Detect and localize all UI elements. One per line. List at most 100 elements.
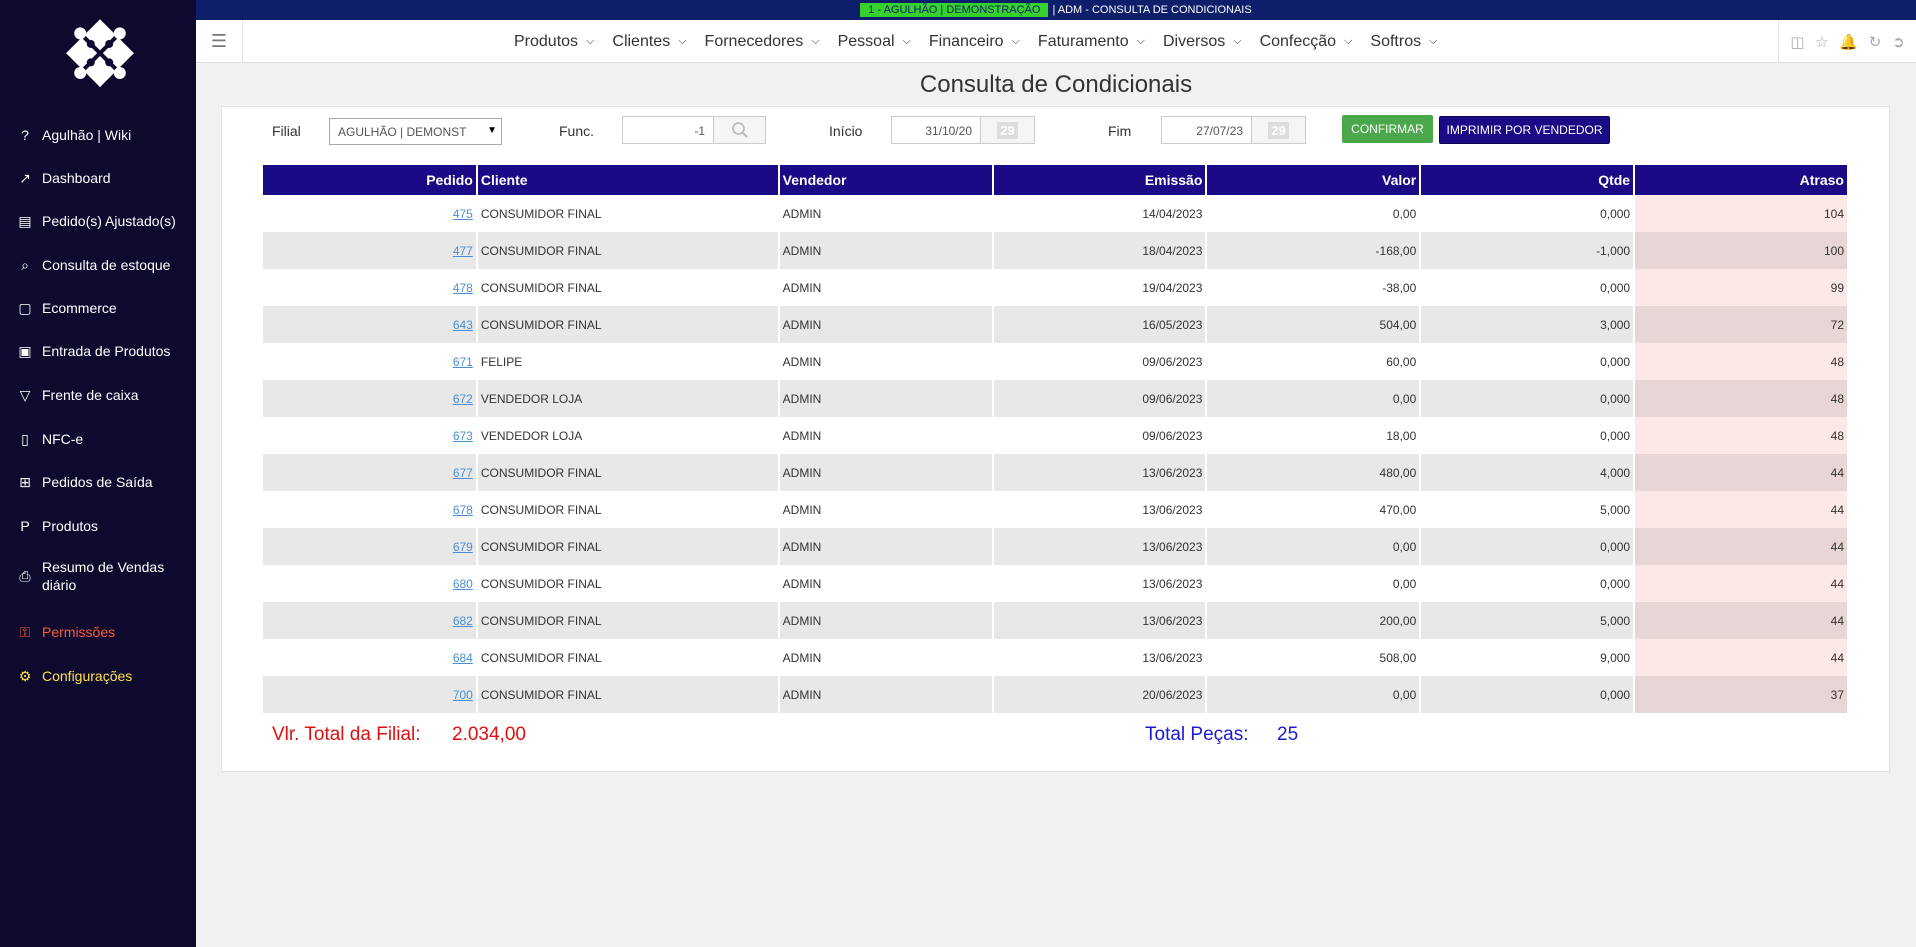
confirm-button[interactable]: CONFIRMAR	[1342, 115, 1433, 143]
table-row[interactable]: 678 CONSUMIDOR FINAL ADMIN 13/06/2023 470,00…	[263, 491, 1849, 528]
menu-5[interactable]: Faturamento ⌵	[1038, 33, 1145, 51]
table-row[interactable]: 477 CONSUMIDOR FINAL ADMIN 18/04/2023 -168,0…	[263, 232, 1849, 269]
cell-atraso: 44	[1634, 528, 1849, 565]
menu-label: Confecção	[1259, 32, 1337, 50]
sidebar-item-9[interactable]: P Produtos	[14, 515, 98, 537]
cell-atraso: 104	[1634, 195, 1849, 232]
table-row[interactable]: 673 VENDEDOR LOJA ADMIN 09/06/2023 18,00 0,00…	[263, 417, 1849, 454]
cell-atraso: 100	[1634, 232, 1849, 269]
order-link[interactable]: 478	[453, 281, 473, 295]
sidebar-item-3[interactable]: ⌕ Consulta de estoque	[14, 254, 170, 276]
menu-2[interactable]: Fornecedores ⌵	[705, 33, 820, 51]
sidebar-item-10[interactable]: ⎙ Resumo de Vendas diário	[14, 558, 172, 594]
sidebar-item-7[interactable]: ▯ NFC-e	[14, 428, 83, 450]
star-icon[interactable]: ☆	[1815, 33, 1828, 51]
cell-emissão: 14/04/2023	[992, 195, 1208, 232]
cell-emissão: 13/06/2023	[992, 639, 1208, 676]
cell-atraso: 44	[1634, 639, 1849, 676]
menu-6[interactable]: Diversos ⌵	[1163, 33, 1242, 51]
order-link[interactable]: 679	[453, 540, 473, 554]
fim-date-input[interactable]: 27/07/23	[1161, 116, 1252, 144]
table-row[interactable]: 680 CONSUMIDOR FINAL ADMIN 13/06/2023 0,00 0,…	[263, 565, 1849, 602]
table-row[interactable]: 478 CONSUMIDOR FINAL ADMIN 19/04/2023 -38,00…	[263, 269, 1849, 306]
order-link[interactable]: 678	[453, 503, 473, 517]
puzzle-logo-icon[interactable]	[60, 14, 140, 98]
order-link[interactable]: 643	[453, 318, 473, 332]
cell-cliente: CONSUMIDOR FINAL	[476, 639, 780, 676]
order-link[interactable]: 677	[453, 466, 473, 480]
cell-atraso: 37	[1634, 676, 1849, 713]
order-link[interactable]: 672	[453, 392, 473, 406]
cell-pedido: 672	[263, 380, 478, 417]
cell-pedido: 700	[263, 676, 478, 713]
cell-cliente: CONSUMIDOR FINAL	[476, 454, 780, 491]
calendar-icon[interactable]: 29	[981, 116, 1035, 144]
order-link[interactable]: 684	[453, 651, 473, 665]
help-circle-icon: ?	[21, 127, 29, 143]
col-header-emissao[interactable]: Emissão	[992, 165, 1208, 195]
order-link[interactable]: 700	[453, 688, 473, 702]
col-header-cliente[interactable]: Cliente	[476, 165, 780, 195]
col-header-valor[interactable]: Valor	[1206, 165, 1422, 195]
filial-select[interactable]: AGULHÃO | DEMONST ▼	[329, 118, 502, 145]
sidebar-item-12[interactable]: ⚙ Configurações	[14, 665, 133, 687]
menu-4[interactable]: Financeiro ⌵	[929, 33, 1020, 51]
order-link[interactable]: 477	[453, 244, 473, 258]
table-row[interactable]: 671 FELIPE ADMIN 09/06/2023 60,00 0,000 48	[263, 343, 1849, 380]
bell-icon[interactable]: 🔔	[1839, 33, 1858, 51]
sidebar-item-8[interactable]: ⊞ Pedidos de Saída	[14, 471, 152, 493]
col-header-vendedor[interactable]: Vendedor	[778, 165, 994, 195]
cart-icon: ⊞	[19, 473, 31, 490]
cell-emissão: 19/04/2023	[992, 269, 1208, 306]
sidebar-item-2[interactable]: ▤ Pedido(s) Ajustado(s)	[14, 210, 175, 232]
hamburger-menu-icon[interactable]: ☰	[196, 20, 243, 63]
table-row[interactable]: 677 CONSUMIDOR FINAL ADMIN 13/06/2023 480,00…	[263, 454, 1849, 491]
table-row[interactable]: 643 CONSUMIDOR FINAL ADMIN 16/05/2023 504,00…	[263, 306, 1849, 343]
table-row[interactable]: 682 CONSUMIDOR FINAL ADMIN 13/06/2023 200,00…	[263, 602, 1849, 639]
menu-0[interactable]: Produtos ⌵	[514, 33, 594, 51]
menu-8[interactable]: Softros ⌵	[1370, 33, 1437, 51]
cell-pedido: 684	[263, 639, 478, 676]
chevron-down-icon: ⌵	[678, 35, 687, 47]
print-by-seller-button[interactable]: IMPRIMIR POR VENDEDOR	[1439, 116, 1610, 144]
inicio-date-input[interactable]: 31/10/20	[891, 116, 981, 144]
cell-cliente: CONSUMIDOR FINAL	[476, 195, 780, 232]
cell-valor: 0,00	[1206, 676, 1422, 713]
document-icon: ▯	[21, 430, 29, 447]
col-header-pedido[interactable]: Pedido	[263, 165, 478, 195]
order-link[interactable]: 680	[453, 577, 473, 591]
cell-qtde: 0,000	[1420, 380, 1636, 417]
menu-1[interactable]: Clientes ⌵	[612, 33, 686, 51]
search-icon[interactable]	[714, 116, 766, 144]
order-link[interactable]: 682	[453, 614, 473, 628]
logout-icon[interactable]: ➲	[1892, 33, 1905, 51]
menu-label: Pessoal	[837, 32, 895, 50]
order-link[interactable]: 673	[453, 429, 473, 443]
func-input[interactable]: -1	[622, 116, 714, 144]
cast-icon[interactable]: ◫	[1790, 33, 1804, 51]
order-link[interactable]: 475	[453, 207, 473, 221]
table-row[interactable]: 684 CONSUMIDOR FINAL ADMIN 13/06/2023 508,00…	[263, 639, 1849, 676]
sidebar-item-1[interactable]: ↗ Dashboard	[14, 167, 110, 189]
menu-7[interactable]: Confecção ⌵	[1260, 33, 1353, 51]
table-row[interactable]: 475 CONSUMIDOR FINAL ADMIN 14/04/2023 0,00 0,…	[263, 195, 1849, 232]
cell-vendedor: ADMIN	[778, 602, 994, 639]
col-header-atraso[interactable]: Atraso	[1634, 165, 1849, 195]
order-link[interactable]: 671	[453, 355, 473, 369]
cell-vendedor: ADMIN	[778, 195, 994, 232]
calendar-icon[interactable]: 29	[1252, 116, 1306, 144]
chevron-down-icon: ⌵	[1344, 35, 1353, 47]
sidebar-item-11[interactable]: ⚿ Permissões	[14, 621, 115, 643]
col-header-qtde[interactable]: Qtde	[1420, 165, 1636, 195]
sidebar-item-5[interactable]: ▣ Entrada de Produtos	[14, 340, 170, 362]
menu-3[interactable]: Pessoal ⌵	[838, 33, 911, 51]
cell-vendedor: ADMIN	[778, 306, 994, 343]
sidebar-item-6[interactable]: ▽ Frente de caixa	[14, 384, 139, 406]
refresh-icon[interactable]: ↻	[1869, 33, 1882, 51]
table-row[interactable]: 672 VENDEDOR LOJA ADMIN 09/06/2023 0,00 0,000…	[263, 380, 1849, 417]
table-row[interactable]: 700 CONSUMIDOR FINAL ADMIN 20/06/2023 0,00 0,…	[263, 676, 1849, 713]
table-row[interactable]: 679 CONSUMIDOR FINAL ADMIN 13/06/2023 0,00 0,…	[263, 528, 1849, 565]
sidebar-item-0[interactable]: ? Agulhão | Wiki	[14, 124, 131, 146]
sidebar-item-4[interactable]: ▢ Ecommerce	[14, 297, 116, 319]
cell-valor: 60,00	[1206, 343, 1422, 380]
